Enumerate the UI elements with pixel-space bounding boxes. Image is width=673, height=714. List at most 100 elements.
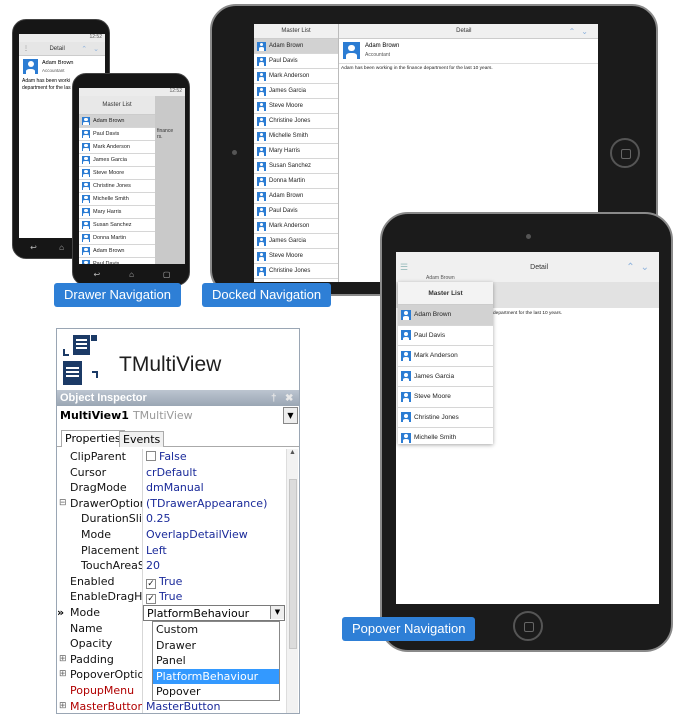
back-icon[interactable]: ↩ <box>93 270 100 279</box>
list-item[interactable]: Mark Anderson <box>254 69 338 84</box>
list-item[interactable]: Christine Jones <box>254 264 338 279</box>
pin-icon[interactable]: † <box>271 393 285 404</box>
object-selector-dropdown-icon[interactable]: ▼ <box>283 407 298 424</box>
menu-icon[interactable]: ☰ <box>396 262 412 273</box>
list-item[interactable]: Christine Jones <box>79 180 155 193</box>
property-row[interactable]: Enabled ✓ True <box>57 573 285 590</box>
home-button[interactable] <box>610 138 640 168</box>
list-item[interactable]: Adam Brown <box>79 245 155 258</box>
list-item[interactable]: Donna Martin <box>254 174 338 189</box>
home-button[interactable] <box>513 611 543 641</box>
list-item[interactable]: Mary Harris <box>254 144 338 159</box>
property-name-label: Placement <box>81 543 140 557</box>
property-row[interactable]: Mode OverlapDetailView <box>57 526 285 543</box>
list-item[interactable]: Mark Anderson <box>398 346 493 367</box>
avatar <box>257 116 266 126</box>
list-item[interactable]: Adam Brown <box>398 305 493 326</box>
back-icon[interactable]: ↩ <box>30 243 37 252</box>
list-item[interactable]: Mary Harris <box>79 206 155 219</box>
list-item[interactable]: James Garcia <box>254 234 338 249</box>
property-row[interactable]: Placement Left <box>57 542 285 559</box>
list-item[interactable]: Adam Brown <box>79 115 155 128</box>
list-item-label: Adam Brown <box>269 43 304 49</box>
list-item[interactable]: James Garcia <box>398 367 493 387</box>
list-item[interactable]: Susan Sanchez <box>79 219 155 232</box>
checkbox-checked-icon[interactable]: ✓ <box>146 578 156 589</box>
object-selector[interactable]: MultiView1 TMultiView ▼ <box>58 407 298 424</box>
property-value[interactable]: PlatformBehaviour ▼ <box>143 604 285 621</box>
nav-chevrons-icon[interactable]: ⌃⌄ <box>569 27 598 36</box>
home-icon[interactable]: ⌂ <box>129 270 134 279</box>
master-list-title: Master List <box>254 24 338 39</box>
mode-dropdown-icon[interactable]: ▼ <box>270 605 284 619</box>
property-row[interactable]: DurationSliding 0.25 <box>57 511 285 527</box>
dropdown-option[interactable]: PlatformBehaviour <box>153 668 279 685</box>
list-item[interactable]: Donna Martin <box>79 232 155 245</box>
list-item[interactable]: Christine Jones <box>398 408 493 428</box>
list-item[interactable]: Michelle Smith <box>79 193 155 206</box>
expander-icon[interactable]: ⊞ <box>59 699 67 714</box>
property-value[interactable]: Left <box>143 543 285 559</box>
dropdown-option[interactable]: Drawer <box>153 638 279 654</box>
checkbox-checked-icon[interactable]: ✓ <box>146 594 156 605</box>
close-icon[interactable]: ✖ <box>285 393 299 404</box>
list-item[interactable]: Paul Davis <box>398 326 493 346</box>
list-item-label: Donna Martin <box>93 235 127 241</box>
home-icon[interactable]: ⌂ <box>59 243 64 252</box>
expander-icon[interactable]: ⊞ <box>59 652 67 668</box>
property-value[interactable]: dmManual <box>143 480 285 496</box>
list-item[interactable]: Michelle Smith <box>254 129 338 144</box>
property-value[interactable]: 0.25 <box>143 511 285 527</box>
dropdown-option[interactable]: Popover <box>153 684 279 700</box>
nav-chevrons-icon[interactable]: ⌃⌄ <box>626 262 659 273</box>
list-item[interactable]: Adam Brown <box>254 39 338 54</box>
list-item[interactable]: James Garcia <box>79 154 155 167</box>
tab-properties[interactable]: Properties <box>61 430 125 447</box>
list-item-label: Adam Brown <box>414 311 452 319</box>
tab-events[interactable]: Events <box>119 431 165 447</box>
property-value[interactable]: (TDrawerAppearance) <box>143 496 285 512</box>
dropdown-option[interactable]: Panel <box>153 653 279 669</box>
property-scrollbar[interactable]: ▲ <box>286 449 298 713</box>
object-name: MultiView1 <box>60 409 129 422</box>
menu-icon[interactable]: ⋮ <box>19 45 33 52</box>
avatar <box>257 236 266 246</box>
property-row[interactable]: » Mode PlatformBehaviour ▼ <box>57 604 285 621</box>
list-item[interactable]: Mark Anderson <box>79 141 155 154</box>
scroll-up-icon[interactable]: ▲ <box>287 449 298 456</box>
list-item[interactable]: Mark Anderson <box>254 219 338 234</box>
scroll-thumb[interactable] <box>289 479 297 649</box>
property-row[interactable]: ClipParent False <box>57 449 285 465</box>
property-row[interactable]: Cursor crDefault <box>57 464 285 481</box>
list-item[interactable]: Steve Moore <box>398 387 493 408</box>
list-item[interactable]: Steve Moore <box>79 167 155 180</box>
property-value[interactable]: crDefault <box>143 465 285 481</box>
property-value[interactable]: ✓ True <box>143 574 285 590</box>
list-item[interactable]: Steve Moore <box>254 249 338 264</box>
list-item[interactable]: Paul Davis <box>254 54 338 69</box>
expander-icon[interactable]: ⊟ <box>59 496 67 512</box>
property-value[interactable]: False <box>143 449 285 465</box>
list-item[interactable]: Susan Sanchez <box>254 159 338 174</box>
list-item[interactable]: Paul Davis <box>254 204 338 219</box>
property-row[interactable]: TouchAreaSize 20 <box>57 558 285 574</box>
property-row[interactable]: EnableDragHighlig✓True <box>57 589 285 605</box>
property-value[interactable]: OverlapDetailView <box>143 527 285 543</box>
status-bar: 12:52 <box>79 88 185 96</box>
dropdown-option[interactable]: Custom <box>153 622 279 638</box>
list-item[interactable]: Paul Davis <box>79 128 155 141</box>
list-item[interactable]: Paul Davis <box>79 258 155 264</box>
property-value[interactable]: ✓ True <box>143 589 285 605</box>
checkbox-unchecked-icon[interactable] <box>146 451 156 461</box>
recents-icon[interactable]: ▢ <box>163 270 171 279</box>
list-item[interactable]: Adam Brown <box>254 189 338 204</box>
expander-icon[interactable]: ⊞ <box>59 667 67 683</box>
list-item[interactable]: Michelle Smith <box>398 428 493 444</box>
property-row[interactable]: DragMode dmManual <box>57 480 285 496</box>
property-row[interactable]: ⊟DrawerOptions(TDrawerAppearance) <box>57 495 285 512</box>
list-item[interactable]: James Garcia <box>254 84 338 99</box>
nav-chevrons-icon[interactable]: ⌃⌄ <box>81 45 105 53</box>
list-item[interactable]: Christine Jones <box>254 114 338 129</box>
property-value[interactable]: 20 <box>143 558 285 574</box>
list-item[interactable]: Steve Moore <box>254 99 338 114</box>
